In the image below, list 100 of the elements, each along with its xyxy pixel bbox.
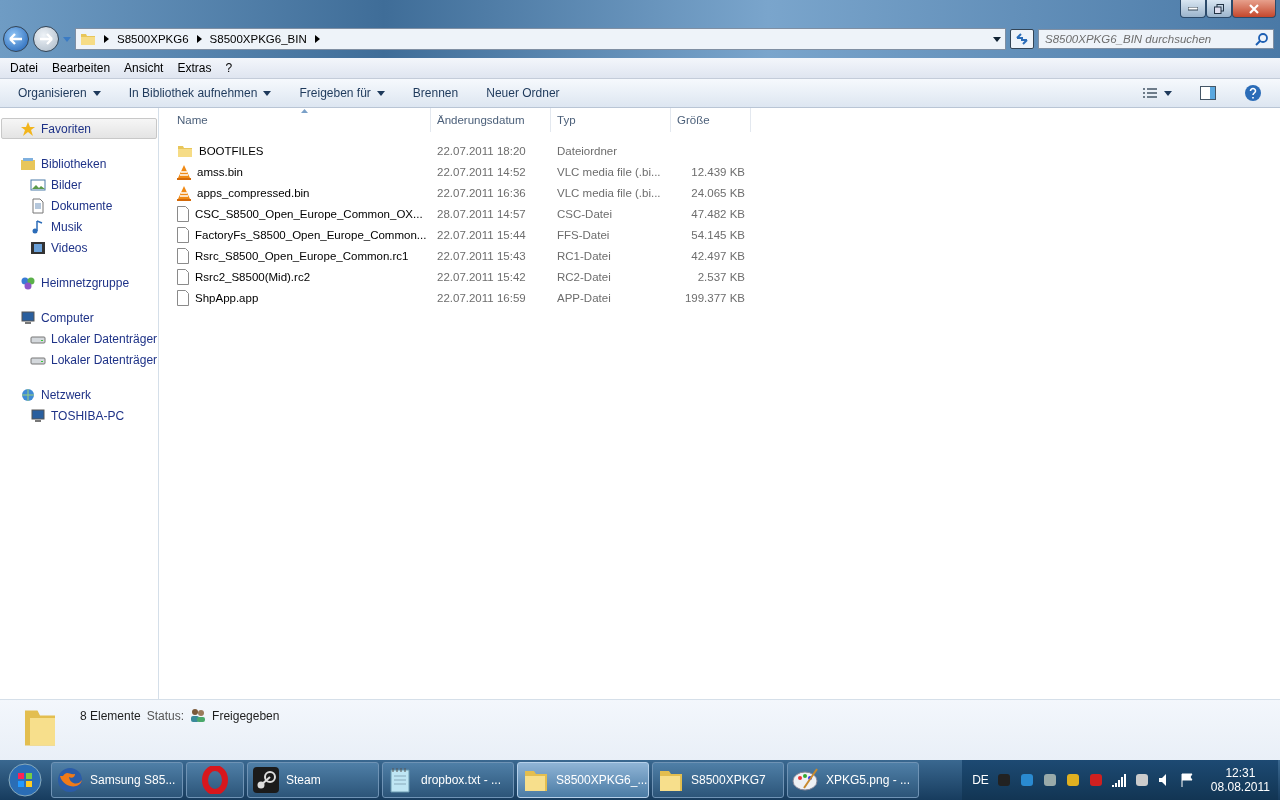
sidebar-label: TOSHIBA-PC (51, 408, 125, 423)
sidebar-label: Netzwerk (41, 387, 91, 402)
back-arrow-icon (9, 33, 23, 45)
file-name-cell[interactable]: CSC_S8500_Open_Europe_Common_OX... (171, 203, 431, 224)
windows-logo-icon (8, 763, 42, 797)
column-header[interactable]: Größe (671, 108, 751, 132)
restore-button[interactable] (1206, 0, 1232, 18)
document-icon (30, 197, 46, 214)
breadcrumb[interactable]: S8500XPKG6 (117, 33, 189, 45)
sidebar-item[interactable]: Videos (1, 237, 157, 258)
file-name: amss.bin (197, 165, 244, 178)
caret-icon (263, 90, 272, 96)
toolbar-button[interactable]: Neuer Ordner (476, 86, 570, 100)
file-name-cell[interactable]: BOOTFILES (171, 140, 431, 161)
menu-item[interactable]: Datei (10, 61, 38, 75)
computer-icon (30, 407, 46, 424)
film-strip-icon (30, 239, 46, 256)
folder-icon (80, 31, 96, 47)
file-name-cell[interactable]: Rsrc_S8500_Open_Europe_Common.rc1 (171, 245, 431, 266)
library-icon (20, 155, 36, 172)
date-cell-text: 22.07.2011 16:59 (436, 290, 527, 306)
document-icon (177, 289, 189, 306)
chevron-icon (196, 35, 202, 43)
computer-icon (20, 309, 36, 326)
type-cell-text: Dateiordner (556, 143, 619, 159)
language-indicator[interactable]: DE (972, 773, 989, 787)
traffic-cone-icon (177, 163, 191, 180)
signal-bars-icon[interactable] (1110, 773, 1127, 787)
type-cell-text: RC1-Datei (556, 248, 612, 264)
sidebar-item[interactable]: Bilder (1, 174, 157, 195)
taskbar-button[interactable]: dropbox.txt - ... (382, 762, 514, 798)
close-button[interactable] (1232, 0, 1276, 18)
menu-item[interactable]: Bearbeiten (52, 61, 111, 75)
toolbar-button[interactable]: Freigeben für (289, 86, 395, 100)
caret-icon (1164, 90, 1172, 96)
help-icon (1244, 84, 1262, 102)
file-name: FactoryFs_S8500_Open_Europe_Common... (195, 228, 427, 241)
clock[interactable]: 12:31 08.08.2011 (1210, 766, 1270, 794)
date-cell-text: 22.07.2011 15:44 (436, 227, 527, 243)
sidebar-item[interactable]: Bibliotheken (1, 153, 157, 174)
sidebar-item[interactable]: Computer (1, 307, 157, 328)
sidebar-label: Videos (51, 240, 88, 255)
sidebar-item[interactable]: Dokumente (1, 195, 157, 216)
menu-item[interactable]: ? (225, 61, 233, 75)
taskbar-button[interactable]: XPKG5.png - ... (787, 762, 919, 798)
forward-button[interactable] (33, 26, 59, 52)
date-cell-text: 22.07.2011 15:43 (436, 248, 527, 264)
toolbar-button[interactable]: Brennen (402, 86, 469, 100)
sidebar-item[interactable]: Lokaler Datenträger (1, 349, 157, 370)
file-name: ShpApp.app (195, 291, 259, 304)
column-header[interactable]: Typ (551, 108, 671, 132)
taskbar-button[interactable]: Samsung S85... (51, 762, 183, 798)
toolbar-button[interactable]: Organisieren (8, 86, 111, 100)
date-cell-text: 22.07.2011 18:20 (436, 143, 527, 159)
steam-icon (252, 766, 280, 794)
column-header[interactable]: Name (171, 108, 431, 132)
toolbar-button[interactable]: In Bibliothek aufnehmen (118, 86, 282, 100)
sidebar-item[interactable]: Favoriten (1, 118, 157, 139)
size-cell-text: 54.145 KB (690, 227, 746, 243)
sidebar-item[interactable]: TOSHIBA-PC (1, 405, 157, 426)
search-field[interactable]: S8500XPKG6_BIN durchsuchen (1038, 29, 1274, 49)
date-cell-text: 22.07.2011 14:52 (436, 164, 527, 180)
sidebar-item[interactable]: Musik (1, 216, 157, 237)
chevron-icon (104, 35, 109, 43)
address-bar[interactable]: S8500XPKG6 S8500XPKG6_BIN (75, 28, 1006, 50)
sidebar-item[interactable]: Netzwerk (1, 384, 157, 405)
breadcrumb[interactable]: S8500XPKG6_BIN (209, 33, 307, 45)
sidebar-item[interactable]: Lokaler Datenträger (1, 328, 157, 349)
sidebar-item[interactable]: Heimnetzgruppe (1, 272, 157, 293)
refresh-button[interactable] (1010, 29, 1034, 49)
taskbar-button[interactable]: Steam (247, 762, 379, 798)
file-name-cell[interactable]: Rsrc2_S8500(Mid).rc2 (171, 266, 431, 287)
caret-icon (376, 90, 385, 96)
menu-item[interactable]: Ansicht (124, 61, 164, 75)
file-name-cell[interactable]: amss.bin (171, 161, 431, 182)
column-header[interactable]: Änderungsdatum (431, 108, 551, 132)
flag-icon[interactable] (1179, 773, 1194, 787)
status-label: Status: (146, 709, 185, 723)
file-name-cell[interactable]: apps_compressed.bin (171, 182, 431, 203)
clock-date: 08.08.2011 (1210, 780, 1270, 794)
sidebar-label: Favoriten (41, 121, 92, 136)
size-cell-text: 12.439 KB (690, 164, 746, 180)
preview-pane-icon (1200, 86, 1216, 100)
minimize-button[interactable] (1180, 0, 1206, 18)
file-name: apps_compressed.bin (197, 186, 310, 199)
sidebar-label: Bibliotheken (41, 156, 107, 171)
sidebar-label: Heimnetzgruppe (41, 275, 130, 290)
file-name-cell[interactable]: FactoryFs_S8500_Open_Europe_Common... (171, 224, 431, 245)
sidebar-label: Lokaler Datenträger (51, 352, 158, 367)
back-button[interactable] (3, 26, 29, 52)
file-name-cell[interactable]: ShpApp.app (171, 287, 431, 308)
size-cell-text: 2.537 KB (696, 269, 746, 285)
type-cell-text: CSC-Datei (556, 206, 613, 222)
users-icon (190, 708, 207, 722)
taskbar-button[interactable]: S8500XPKG7 (652, 762, 784, 798)
network-icon (20, 386, 36, 403)
document-icon (177, 268, 189, 285)
menu-item[interactable]: Extras (177, 61, 212, 75)
date-cell-text: 22.07.2011 16:36 (436, 185, 527, 201)
file-name: Rsrc2_S8500(Mid).rc2 (195, 270, 311, 283)
